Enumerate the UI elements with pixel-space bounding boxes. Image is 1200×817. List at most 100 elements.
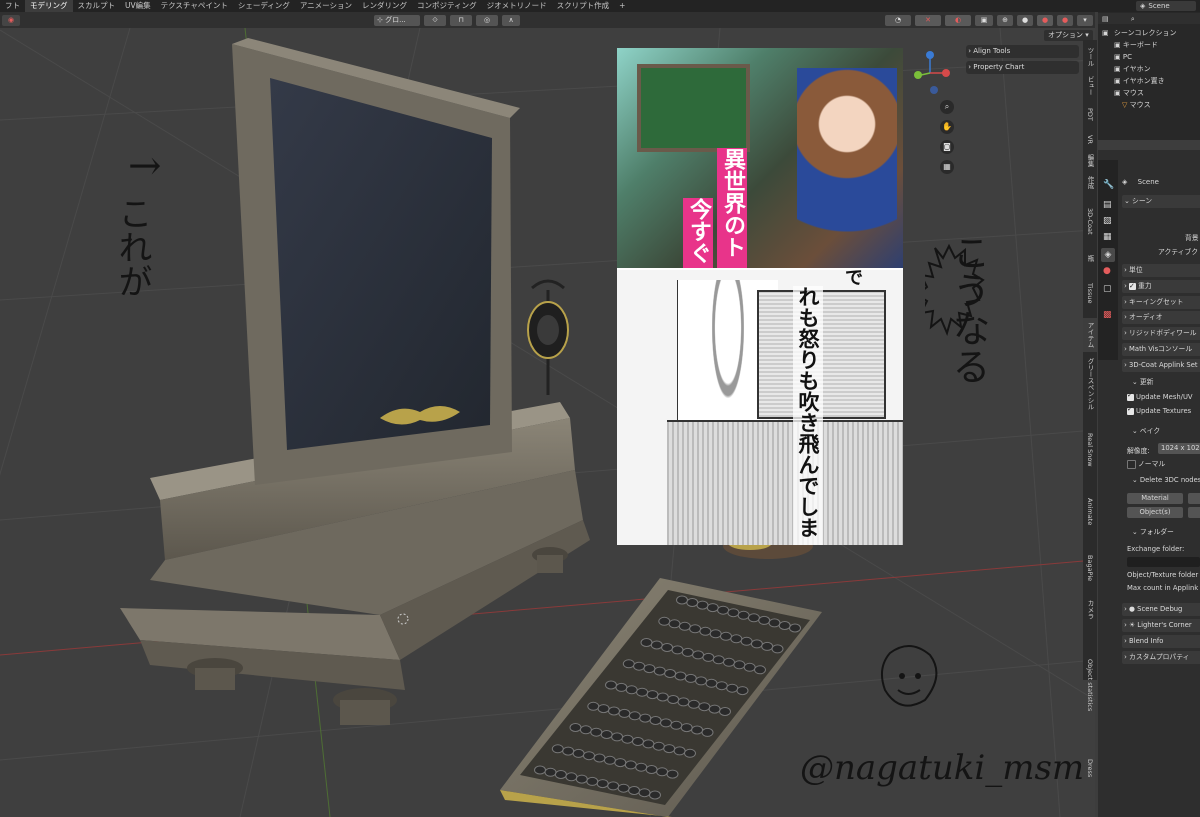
sidebar-tab-11[interactable]: Real Snow (1083, 416, 1097, 483)
resolution-dropdown[interactable]: 1024 x 1024 (1158, 443, 1200, 454)
folder-subpanel[interactable]: ⌄ フォルダー (1132, 526, 1174, 536)
outliner-item[interactable]: ▣ イヤホン (1098, 63, 1200, 75)
outliner-scene-collection[interactable]: ▣ シーンコレクション (1098, 27, 1200, 39)
align-tools-panel[interactable]: › Align Tools (966, 45, 1079, 58)
normal-checkbox[interactable]: ノーマル (1127, 458, 1165, 469)
tab-workspace-1[interactable]: モデリング (25, 0, 73, 12)
tab-workspace-11[interactable]: + (614, 0, 630, 12)
sidebar-tab-1[interactable]: ビュー (1083, 72, 1097, 98)
overlay-toggle[interactable]: ◐ (945, 14, 971, 26)
checkbox-icon[interactable] (1129, 280, 1137, 293)
property-panel-header[interactable]: › カスタムプロパティ (1122, 651, 1200, 664)
shading-wire-button[interactable]: ⊕ (997, 14, 1013, 26)
proportional-toggle[interactable]: ◎ (476, 14, 498, 26)
xray-toggle[interactable]: ▣ (975, 14, 993, 26)
delete-nodes-subpanel[interactable]: ⌄ Delete 3DC nodes (1132, 476, 1200, 484)
tab-workspace-3[interactable]: UV編集 (120, 0, 156, 12)
pivot-dropdown[interactable]: ⟐ (424, 14, 446, 26)
shading-solid-button[interactable]: ● (1017, 14, 1033, 26)
sidebar-tab-7[interactable]: 瓶 (1083, 250, 1097, 268)
outliner-item[interactable]: ▣ イヤホン置き (1098, 75, 1200, 87)
property-panel-header[interactable]: › 3D-Coat Applink Set (1122, 359, 1200, 372)
shading-material-button[interactable]: ● (1037, 14, 1053, 26)
outliner-item[interactable]: ▣ キーボード (1098, 39, 1200, 51)
keycap (622, 659, 635, 669)
property-panel-header[interactable]: › ● Scene Debug (1122, 603, 1200, 616)
keycap (706, 603, 719, 613)
perspective-grid-icon[interactable]: ▦ (940, 160, 954, 174)
gizmo-toggle[interactable]: ✕ (915, 14, 941, 26)
world-tab-icon[interactable]: ● (1103, 266, 1111, 276)
tab-workspace-8[interactable]: コンポジティング (412, 0, 482, 12)
3d-viewport[interactable]: ⌕ ✋ ◙ ▦ オプション ▾ › Align Tools › Property… (0, 28, 1095, 817)
output-tab-icon[interactable]: ▧ (1103, 216, 1112, 226)
render-tab-icon[interactable]: ▤ (1103, 200, 1112, 210)
sidebar-tab-9[interactable]: アイテム (1083, 318, 1097, 352)
sidebar-tab-10[interactable]: グリースペンシル (1083, 354, 1097, 414)
scene-tab-icon[interactable]: ◈ (1101, 248, 1115, 262)
sidebar-tab-6[interactable]: 3D-Coat (1083, 194, 1097, 248)
tab-workspace-9[interactable]: ジオメトリノード (482, 0, 552, 12)
material-button[interactable]: Material (1127, 493, 1183, 504)
keycap (596, 779, 609, 789)
property-panel-header[interactable]: › 単位 (1122, 264, 1200, 277)
sidebar-tab-12[interactable]: Animate (1083, 485, 1097, 539)
tab-workspace-0[interactable]: フト (0, 0, 25, 12)
tab-workspace-6[interactable]: アニメーション (295, 0, 357, 12)
sidebar-tab-0[interactable]: ツール (1083, 44, 1097, 70)
sidebar-tab-14[interactable]: カメラ (1083, 596, 1097, 622)
update-textures-checkbox[interactable]: Update Textures (1127, 405, 1191, 415)
material-button-2[interactable] (1188, 493, 1200, 504)
tool-tab-icon[interactable]: 🔧 (1103, 180, 1114, 190)
outliner-item[interactable]: ▣ マウス (1098, 87, 1200, 99)
property-panel-header[interactable]: › ☀ Lighter's Corner (1122, 619, 1200, 632)
sidebar-tab-4[interactable]: 編集 (1083, 151, 1097, 171)
keycap (614, 758, 627, 768)
falloff-dropdown[interactable]: ∧ (502, 14, 520, 26)
visibility-dropdown[interactable]: ◔ (885, 14, 911, 26)
transform-orientation-dropdown[interactable]: ⊹ グロ... (374, 14, 420, 26)
chevron-down-icon: ⌄ (1132, 378, 1140, 386)
shading-rendered-button[interactable]: ● (1057, 14, 1073, 26)
sidebar-tab-5[interactable]: 作成 (1083, 172, 1097, 192)
collection-tab-icon[interactable]: ▢ (1103, 284, 1112, 294)
sidebar-tab-8[interactable]: Tissue (1083, 270, 1097, 317)
pan-hand-icon[interactable]: ✋ (940, 120, 954, 134)
property-panel-header[interactable]: › キーイングセット (1122, 296, 1200, 309)
tab-workspace-10[interactable]: スクリプト作成 (552, 0, 615, 12)
property-panel-header[interactable]: › Blend Info (1122, 635, 1200, 648)
search-icon[interactable]: ⌕ (1131, 15, 1135, 23)
filter-icon[interactable]: ▤ (1102, 15, 1109, 23)
update-subpanel[interactable]: ⌄ 更新 (1132, 376, 1153, 386)
zoom-icon[interactable]: ⌕ (940, 100, 954, 114)
view-layer-tab-icon[interactable]: ▦ (1103, 232, 1112, 242)
sidebar-tab-16[interactable]: Dress (1083, 748, 1097, 788)
scene-selector[interactable]: ◈ Scene (1136, 1, 1196, 11)
sidebar-tab-3[interactable]: VR (1083, 129, 1097, 149)
property-panel-header[interactable]: › 重力 (1122, 280, 1200, 293)
objects-button-2[interactable] (1188, 507, 1200, 518)
texture-tab-icon[interactable]: ▩ (1103, 310, 1112, 320)
property-panel-header[interactable]: › オーディオ (1122, 311, 1200, 324)
tab-workspace-7[interactable]: レンダリング (357, 0, 412, 12)
scene-section-header[interactable]: ⌄ シーン (1122, 195, 1200, 208)
update-mesh-checkbox[interactable]: Update Mesh/UV (1127, 391, 1193, 401)
mode-button[interactable]: ◉ (2, 14, 20, 26)
snap-toggle[interactable]: ⊓ (450, 14, 472, 26)
sidebar-tab-15[interactable]: Object statistics (1083, 625, 1097, 747)
sidebar-tab-2[interactable]: PDT (1083, 101, 1097, 127)
outliner-item[interactable]: ▣ PC (1098, 51, 1200, 63)
shading-dropdown[interactable]: ▾ (1077, 14, 1093, 26)
property-chart-panel[interactable]: › Property Chart (966, 61, 1079, 74)
tab-workspace-2[interactable]: スカルプト (73, 0, 121, 12)
camera-icon[interactable]: ◙ (940, 140, 954, 154)
property-panel-header[interactable]: › Math Visコンソール (1122, 343, 1200, 356)
exchange-folder-input[interactable] (1127, 557, 1200, 567)
tab-workspace-5[interactable]: シェーディング (233, 0, 295, 12)
sidebar-tab-13[interactable]: BagaPie (1083, 541, 1097, 595)
bake-subpanel[interactable]: ⌄ ベイク (1132, 425, 1160, 435)
objects-button[interactable]: Object(s) (1127, 507, 1183, 518)
outliner-item[interactable]: ▽ マウス (1098, 99, 1200, 111)
tab-workspace-4[interactable]: テクスチャペイント (156, 0, 233, 12)
property-panel-header[interactable]: › リジッドボディワール (1122, 327, 1200, 340)
